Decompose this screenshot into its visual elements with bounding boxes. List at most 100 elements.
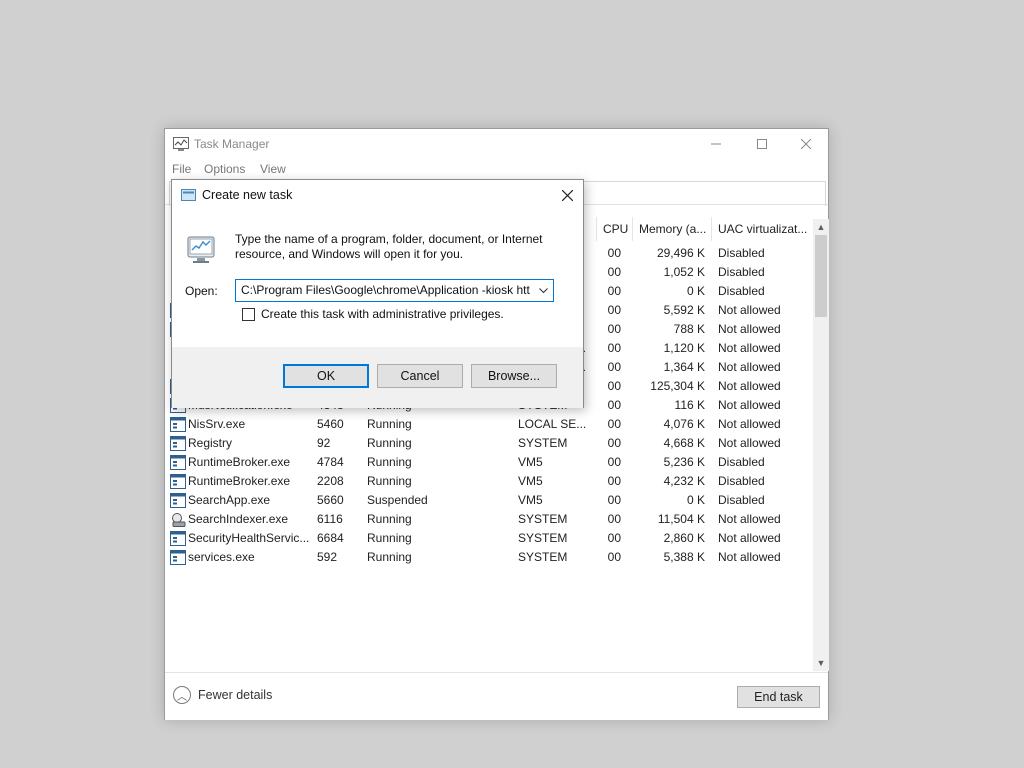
search-indexer-icon xyxy=(170,512,186,527)
menu-file[interactable]: File xyxy=(172,162,191,176)
process-cpu: 00 xyxy=(607,493,621,507)
table-row[interactable]: SearchApp.exe 5660 Suspended VM5 00 0 K Disabl… xyxy=(165,491,813,510)
process-memory: 4,668 K xyxy=(663,436,705,450)
app-window-icon xyxy=(170,436,186,451)
dialog-title: Create new task xyxy=(202,188,293,202)
process-uac: Disabled xyxy=(718,493,765,507)
process-name: NisSrv.exe xyxy=(188,417,246,431)
menu-options[interactable]: Options xyxy=(204,162,245,176)
table-row[interactable]: NisSrv.exe 5460 Running LOCAL SE... 00 4,076 … xyxy=(165,415,813,434)
menu-view[interactable]: View xyxy=(260,162,286,176)
run-program-icon xyxy=(187,236,215,263)
scroll-down-icon[interactable]: ▼ xyxy=(813,655,829,671)
process-name: SearchIndexer.exe xyxy=(188,512,289,526)
create-new-task-dialog: Create new task Type the name of a progr… xyxy=(171,179,584,408)
process-user: VM5 xyxy=(518,493,543,507)
process-memory: 1,120 K xyxy=(663,341,705,355)
open-input-value[interactable]: C:\Program Files\Google\chrome\Applicati… xyxy=(241,283,533,297)
table-row[interactable]: Registry 92 Running SYSTEM 00 4,668 K Not allo… xyxy=(165,434,813,453)
column-header-memory[interactable]: Memory (a... xyxy=(632,217,710,241)
chevron-up-icon: ︿ xyxy=(173,686,191,704)
process-memory: 0 K xyxy=(686,493,705,507)
process-name: RuntimeBroker.exe xyxy=(188,474,291,488)
process-user: LOCAL SE... xyxy=(518,417,586,431)
process-uac: Not allowed xyxy=(718,379,781,393)
process-cpu: 00 xyxy=(607,512,621,526)
process-uac: Not allowed xyxy=(718,303,781,317)
process-cpu: 00 xyxy=(607,360,621,374)
app-window-icon xyxy=(170,474,186,489)
process-memory: 11,504 K xyxy=(657,512,705,526)
process-uac: Not allowed xyxy=(718,550,781,564)
maximize-button[interactable] xyxy=(739,129,785,159)
process-status: Running xyxy=(367,512,412,526)
process-memory: 29,496 K xyxy=(656,246,705,260)
task-manager-titlebar: Task Manager xyxy=(165,129,828,159)
column-header-uac[interactable]: UAC virtualizat... xyxy=(711,217,813,241)
run-icon xyxy=(181,189,196,201)
minimize-icon xyxy=(711,143,721,145)
process-cpu: 00 xyxy=(607,398,621,412)
close-icon xyxy=(561,189,573,201)
process-pid: 5660 xyxy=(317,493,344,507)
process-cpu: 00 xyxy=(607,455,621,469)
process-cpu: 00 xyxy=(607,284,621,298)
admin-privileges-checkbox[interactable] xyxy=(242,307,255,321)
app-window-icon xyxy=(170,550,186,565)
process-status: Running xyxy=(367,550,412,564)
process-user: SYSTEM xyxy=(518,436,568,450)
process-uac: Disabled xyxy=(718,455,765,469)
process-cpu: 00 xyxy=(607,474,621,488)
process-name: SearchApp.exe xyxy=(188,493,271,507)
table-row[interactable]: RuntimeBroker.exe 4784 Running VM5 00 5,236 K… xyxy=(165,453,813,472)
process-status: Running xyxy=(367,417,412,431)
table-row[interactable]: SecurityHealthServic... 6684 Running SYSTEM… xyxy=(165,529,813,548)
process-memory: 4,232 K xyxy=(663,474,705,488)
process-status: Suspended xyxy=(367,493,428,507)
minimize-button[interactable] xyxy=(693,129,739,159)
close-button[interactable] xyxy=(783,129,829,159)
dropdown-arrow-button[interactable] xyxy=(536,283,550,298)
process-uac: Disabled xyxy=(718,265,765,279)
process-memory: 116 K xyxy=(674,398,705,412)
end-task-button[interactable]: End task xyxy=(737,686,820,708)
close-icon xyxy=(801,139,811,149)
column-header-cpu[interactable]: CPU xyxy=(596,217,631,241)
open-label: Open: xyxy=(185,284,218,298)
dialog-message: Type the name of a program, folder, docu… xyxy=(235,232,543,261)
process-user: SYSTEM xyxy=(518,531,568,545)
bottom-bar: ︿ Fewer details End task xyxy=(165,672,828,720)
process-memory: 788 K xyxy=(673,322,705,336)
process-memory: 5,236 K xyxy=(663,455,705,469)
fewer-details-button[interactable]: ︿ Fewer details xyxy=(173,686,272,704)
process-cpu: 00 xyxy=(607,379,621,393)
dialog-close-button[interactable] xyxy=(551,180,583,210)
process-pid: 4784 xyxy=(317,455,344,469)
table-row[interactable]: SearchIndexer.exe 6116 Running SYSTEM 00 11,5… xyxy=(165,510,813,529)
process-cpu: 00 xyxy=(607,246,621,260)
process-memory: 5,388 K xyxy=(663,550,705,564)
browse-button[interactable]: Browse... xyxy=(471,364,557,388)
process-uac: Not allowed xyxy=(718,436,781,450)
scroll-up-icon[interactable]: ▲ xyxy=(813,219,829,235)
open-combobox[interactable]: C:\Program Files\Google\chrome\Applicati… xyxy=(235,279,554,302)
table-row[interactable]: services.exe 592 Running SYSTEM 00 5,388 K Not… xyxy=(165,548,813,567)
chevron-down-icon xyxy=(538,287,548,293)
process-name: SecurityHealthServic... xyxy=(188,531,310,545)
process-memory: 2,860 K xyxy=(663,531,705,545)
process-status: Running xyxy=(367,531,412,545)
vertical-scrollbar[interactable]: ▲ ▼ xyxy=(813,219,829,671)
ok-button[interactable]: OK xyxy=(283,364,369,388)
process-pid: 6684 xyxy=(317,531,344,545)
process-cpu: 00 xyxy=(607,417,621,431)
process-uac: Disabled xyxy=(718,474,765,488)
scroll-thumb[interactable] xyxy=(815,235,827,317)
table-row[interactable]: RuntimeBroker.exe 2208 Running VM5 00 4,232 K… xyxy=(165,472,813,491)
admin-privileges-label: Create this task with administrative pri… xyxy=(261,307,504,321)
process-memory: 5,592 K xyxy=(663,303,705,317)
app-window-icon xyxy=(170,493,186,508)
process-name: RuntimeBroker.exe xyxy=(188,455,291,469)
process-cpu: 00 xyxy=(607,436,621,450)
admin-privileges-option[interactable]: Create this task with administrative pri… xyxy=(242,307,504,321)
cancel-button[interactable]: Cancel xyxy=(377,364,463,388)
